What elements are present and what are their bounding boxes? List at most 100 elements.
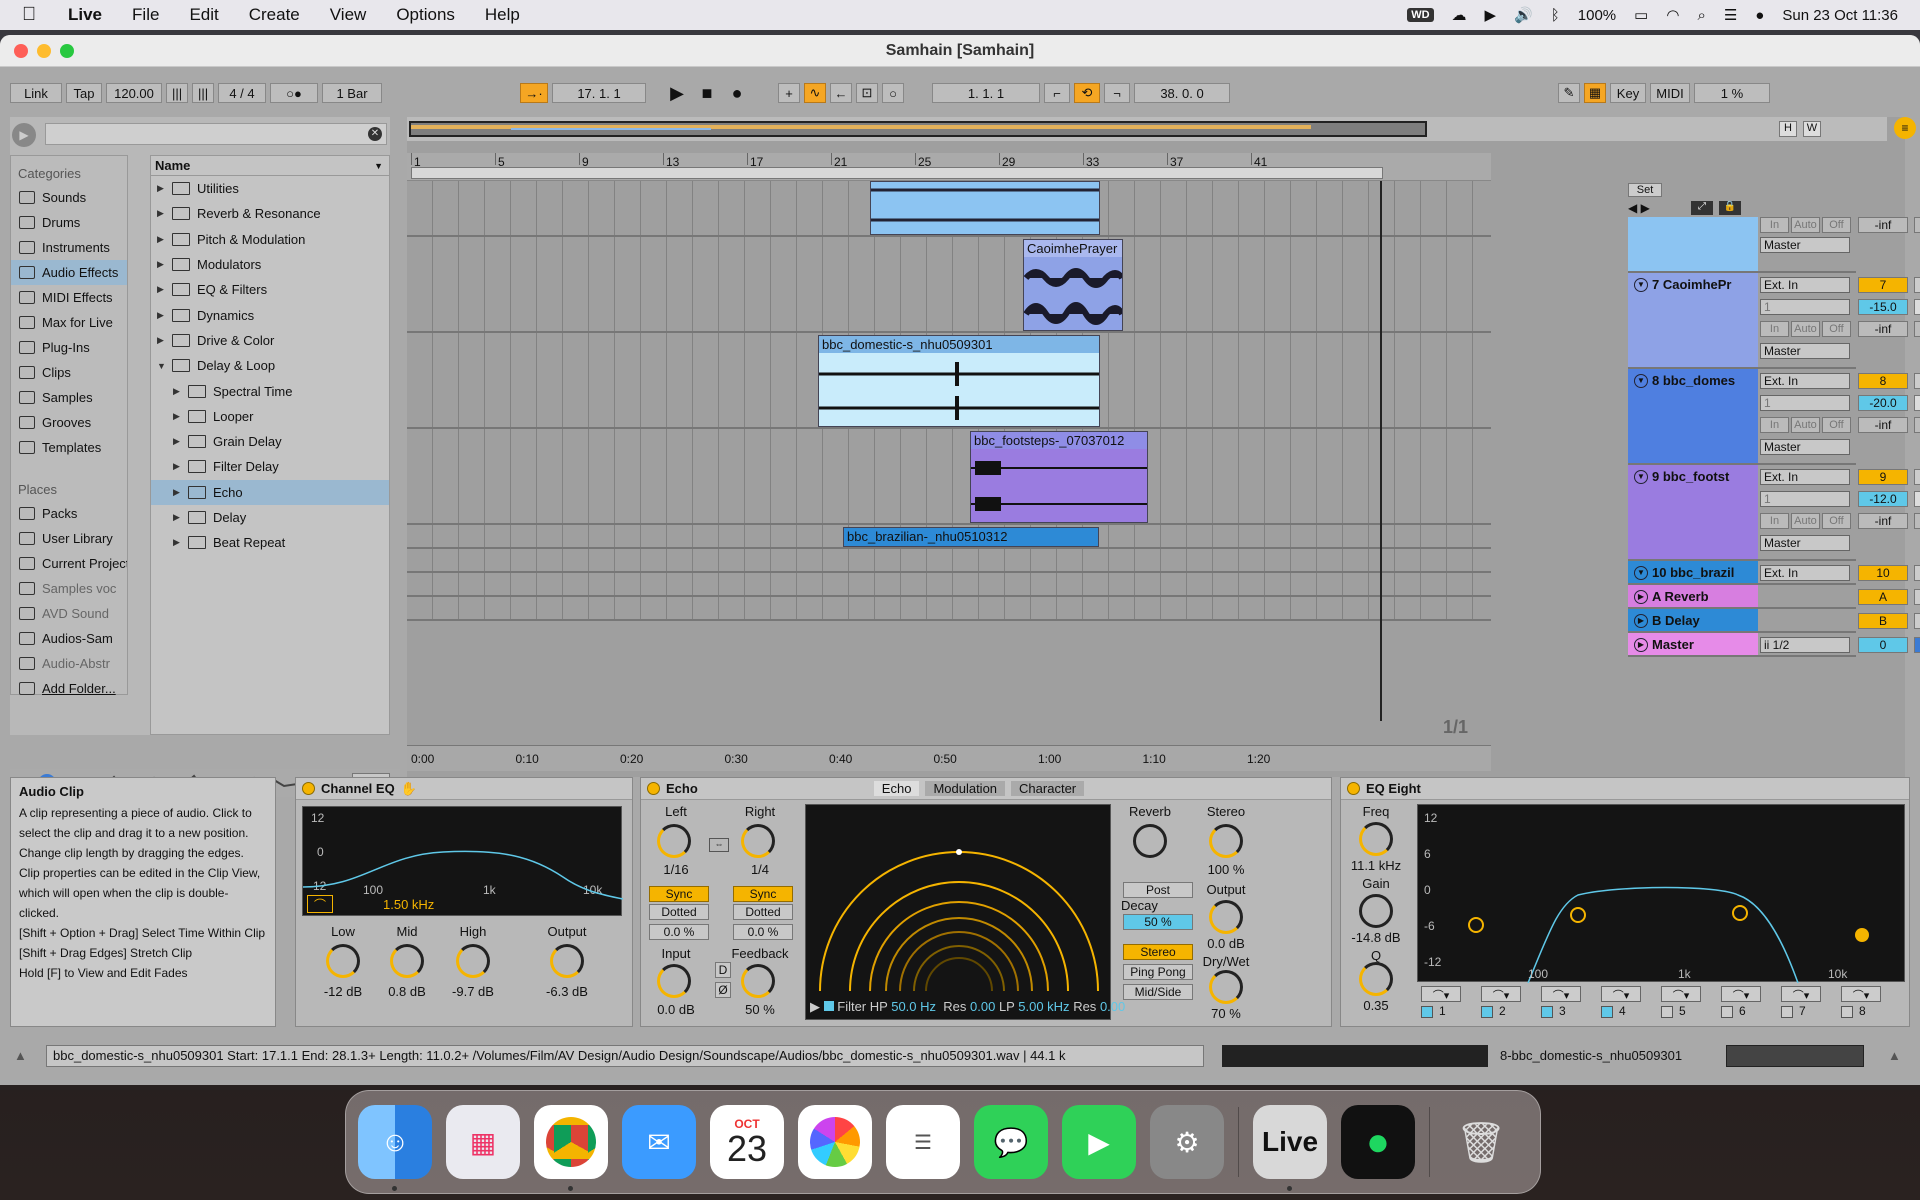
device-power-button[interactable] — [302, 782, 315, 795]
messages-icon[interactable]: 💬 — [974, 1105, 1048, 1179]
clip-bbc-domestic[interactable]: bbc_domestic-s_nhu0509301 — [818, 335, 1100, 427]
stop-button[interactable]: ■ — [694, 82, 720, 104]
browser-item[interactable]: ▶ Looper — [151, 404, 389, 429]
filter-type-menu[interactable]: ⌒▾ — [1841, 986, 1881, 1002]
output-menu[interactable]: Master — [1760, 439, 1850, 455]
track-lane[interactable] — [407, 181, 1491, 237]
filter-type-menu[interactable]: ⌒▾ — [1481, 986, 1521, 1002]
master-lane[interactable] — [407, 597, 1491, 621]
browser-item[interactable]: ▶ Filter Delay — [151, 454, 389, 479]
metronome-button[interactable]: ○● — [270, 83, 318, 103]
browser-item[interactable]: ▶ Grain Delay — [151, 429, 389, 454]
ping-pong-button[interactable]: Ping Pong — [1123, 964, 1193, 980]
loop-start-field[interactable]: 1. 1. 1 — [932, 83, 1040, 103]
left-time-knob[interactable] — [657, 824, 691, 858]
place-item[interactable]: Audios-Sam — [11, 626, 127, 651]
monitor-off-button[interactable]: Off — [1822, 217, 1851, 233]
return-lane-reverb[interactable] — [407, 549, 1491, 573]
sort-chevron-icon[interactable]: ▼ — [374, 156, 383, 175]
input-channel-menu[interactable]: 1 — [1760, 299, 1850, 315]
back-to-arrangement-icon[interactable]: ← — [830, 83, 852, 103]
input-type-menu[interactable]: Ext. In — [1760, 565, 1850, 581]
chevron-right-icon[interactable]: ▶ — [173, 386, 185, 397]
clip-bbc-brazilian[interactable]: bbc_brazilian-_nhu0510312 — [843, 527, 1099, 547]
track-name-area[interactable]: ▼ 9 bbc_footst — [1628, 465, 1758, 559]
place-item[interactable]: Samples voc — [11, 576, 127, 601]
band-toggle[interactable] — [1721, 1006, 1733, 1018]
return-name-area[interactable]: ▶ A Reverb — [1628, 585, 1758, 607]
wifi-icon[interactable]: ◠ — [1666, 6, 1679, 24]
reverb-knob[interactable] — [1133, 824, 1167, 858]
category-plugins[interactable]: Plug-Ins — [11, 335, 127, 360]
chevron-right-icon[interactable]: ▶ — [173, 512, 185, 523]
track-activator-button[interactable]: 10 — [1858, 565, 1908, 581]
output-knob[interactable] — [550, 944, 584, 978]
wd-drive-icon[interactable]: WD — [1407, 8, 1434, 22]
output-menu[interactable]: Master — [1760, 343, 1850, 359]
stereo-knob[interactable] — [1209, 824, 1243, 858]
chevron-right-icon[interactable]: ▶ — [173, 436, 185, 447]
decay-field[interactable]: 50 % — [1123, 914, 1193, 930]
place-item[interactable]: AVD Sound — [11, 601, 127, 626]
clip-bbc-footsteps[interactable]: bbc_footsteps-_07037012 — [970, 431, 1148, 523]
category-samples[interactable]: Samples — [11, 385, 127, 410]
browser-item[interactable]: ▶ EQ & Filters — [151, 277, 389, 302]
battery-icon[interactable]: ▭ — [1634, 6, 1648, 24]
tap-button[interactable]: Tap — [66, 83, 102, 103]
clear-search-icon[interactable]: ✕ — [368, 127, 382, 141]
return-lane-delay[interactable] — [407, 573, 1491, 597]
expand-up-icon[interactable]: ▲ — [14, 1048, 27, 1063]
chevron-down-icon[interactable]: ▼ — [157, 361, 169, 371]
track-lane[interactable]: bbc_footsteps-_07037012 — [407, 429, 1491, 525]
sync-right-button[interactable]: Sync — [733, 886, 793, 902]
filter-type-menu[interactable]: ⌒▾ — [1721, 986, 1761, 1002]
chevron-right-icon[interactable]: ▶ — [173, 487, 185, 498]
category-audio-effects[interactable]: Audio Effects — [11, 260, 127, 285]
volume-field[interactable]: -20.0 — [1858, 395, 1908, 411]
right-time-knob[interactable] — [741, 824, 775, 858]
reminders-icon[interactable]: ☰ — [886, 1105, 960, 1179]
filter-type-menu[interactable]: ⌒▾ — [1661, 986, 1701, 1002]
track-fold-icon[interactable]: ▼ — [1634, 469, 1648, 484]
category-midi-effects[interactable]: MIDI Effects — [11, 285, 127, 310]
stereo-mode-button[interactable]: Stereo — [1123, 944, 1193, 960]
track-fold-icon[interactable]: ▶ — [1634, 613, 1648, 628]
pan-field[interactable]: C — [1914, 491, 1920, 507]
return-name-area[interactable]: ▶ B Delay — [1628, 609, 1758, 631]
chevron-right-icon[interactable]: ▶ — [173, 461, 185, 472]
track-lane[interactable]: CaoimhePrayer — [407, 237, 1491, 333]
lp-value[interactable]: 5.00 kHz — [1018, 999, 1069, 1014]
loop-switch-icon[interactable]: ⟲ — [1074, 83, 1100, 103]
system-settings-icon[interactable]: ⚙ — [1150, 1105, 1224, 1179]
output-menu[interactable]: Master — [1760, 535, 1850, 551]
reverb-position-menu[interactable]: Post — [1123, 882, 1193, 898]
monitor-auto-button[interactable]: Auto — [1791, 513, 1820, 529]
browser-item[interactable]: ▼ Delay & Loop — [151, 353, 389, 378]
chevron-right-icon[interactable]: ▶ — [157, 208, 169, 219]
mid-knob[interactable] — [390, 944, 424, 978]
track-lane[interactable]: bbc_brazilian-_nhu0510312 — [407, 525, 1491, 549]
solo-button[interactable]: S — [1914, 589, 1920, 605]
input-type-menu[interactable]: Ext. In — [1760, 277, 1850, 293]
dotted-left-menu[interactable]: Dotted — [649, 904, 709, 920]
low-knob[interactable] — [326, 944, 360, 978]
place-item[interactable]: Current Project — [11, 551, 127, 576]
tab-modulation[interactable]: Modulation — [925, 781, 1006, 796]
tab-echo[interactable]: Echo — [873, 781, 920, 796]
track-name-area[interactable] — [1628, 217, 1758, 271]
session-record-icon[interactable]: ○ — [882, 83, 904, 103]
filter-toggle[interactable] — [823, 1001, 834, 1011]
track-fold-icon[interactable]: ▼ — [1634, 373, 1648, 388]
solo-button[interactable]: S — [1914, 469, 1920, 485]
input-type-menu[interactable]: Ext. In — [1760, 469, 1850, 485]
band-toggle[interactable] — [1541, 1006, 1553, 1018]
track-lane[interactable]: bbc_domestic-s_nhu0509301 — [407, 333, 1491, 429]
browser-item[interactable]: ▶ Spectral Time — [151, 378, 389, 403]
solo-button[interactable]: S — [1914, 613, 1920, 629]
chevron-right-icon[interactable]: ▶ — [173, 537, 185, 548]
output-menu[interactable]: Master — [1760, 237, 1850, 253]
chevron-right-icon[interactable]: ▶ — [157, 234, 169, 245]
lock-icon[interactable]: 🔒 — [1719, 201, 1741, 215]
input-knob[interactable] — [657, 964, 691, 998]
browser-item[interactable]: ▶ Delay — [151, 505, 389, 530]
